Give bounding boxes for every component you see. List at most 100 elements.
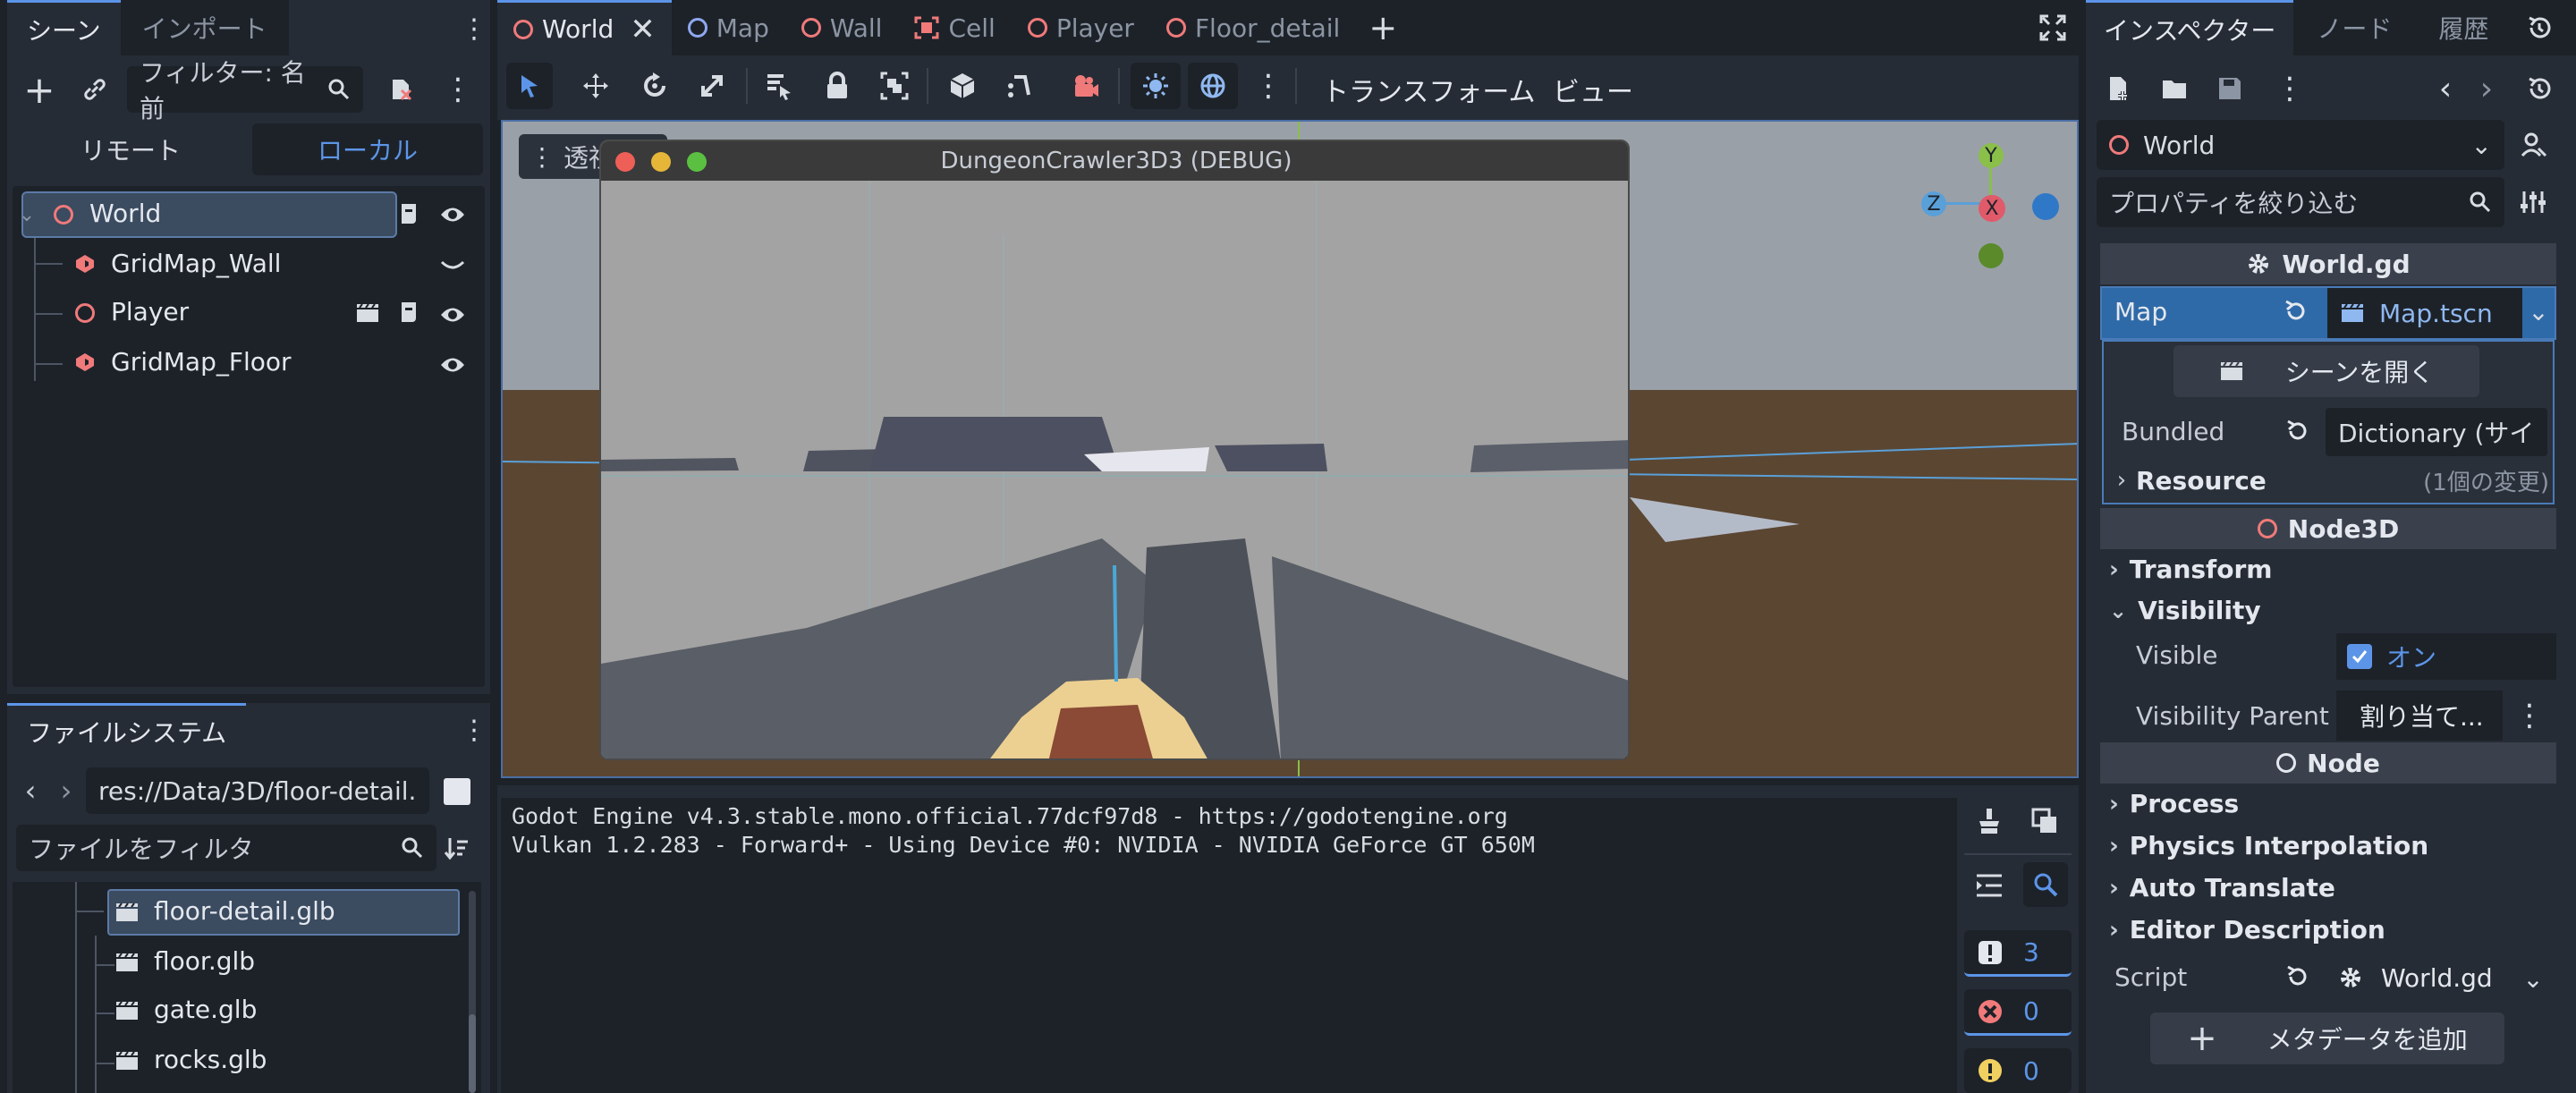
node-selector[interactable]: World ⌄	[2097, 120, 2504, 170]
visibility-eye-icon[interactable]	[438, 302, 467, 327]
lock-icon[interactable]	[821, 70, 853, 102]
tab-floor-detail[interactable]: Floor_detail	[1150, 0, 1356, 55]
auto-translate-category[interactable]: › Auto Translate	[2109, 873, 2335, 902]
add-metadata-button[interactable]: + メタデータを追加	[2150, 1013, 2504, 1064]
revert-icon[interactable]	[2283, 417, 2311, 445]
history-icon[interactable]	[2524, 13, 2555, 43]
window-maximize-button[interactable]	[687, 152, 707, 172]
fullscreen-icon[interactable]	[2038, 13, 2068, 43]
collapse-arrow-icon[interactable]: ⌄	[18, 204, 36, 226]
info-filter-button[interactable]: 0	[1964, 1048, 2072, 1093]
script-icon[interactable]	[397, 202, 422, 227]
file-filter-input[interactable]: ファイルをフィルタ	[16, 825, 436, 871]
resource-category[interactable]: › Resource (1個の変更)	[2111, 462, 2549, 499]
script-icon[interactable]	[397, 301, 422, 326]
close-icon[interactable]: ✕	[630, 12, 656, 47]
node-info-icon[interactable]	[2517, 129, 2549, 161]
visibility-category[interactable]: ⌄ Visibility	[2109, 596, 2261, 625]
save-icon[interactable]	[2215, 73, 2245, 104]
game-window[interactable]: DungeonCrawler3D3 (DEBUG)	[599, 140, 1630, 760]
dock-menu-icon[interactable]: ⋮	[461, 13, 487, 45]
tab-filesystem[interactable]: ファイルシステム	[7, 703, 247, 757]
select-tool-button[interactable]	[506, 63, 553, 109]
remote-button[interactable]: リモート	[16, 123, 245, 175]
axis-gizmo[interactable]: Y Z X	[1921, 143, 2061, 268]
process-category[interactable]: › Process	[2109, 789, 2239, 818]
file-name-gate[interactable]: gate.glb	[154, 995, 257, 1024]
toolbar-menu-icon[interactable]: ⋮	[1253, 68, 1284, 104]
group-icon[interactable]	[878, 70, 911, 102]
open-scene-button[interactable]: シーンを開く	[2174, 345, 2479, 397]
copy-output-icon[interactable]	[2029, 805, 2061, 837]
window-minimize-button[interactable]	[651, 152, 671, 172]
add-node-icon[interactable]: +	[21, 68, 57, 112]
output-log[interactable]: Godot Engine v4.3.stable.mono.official.7…	[501, 798, 1957, 1093]
tab-scene[interactable]: シーン	[7, 0, 121, 55]
forward-arrow-icon[interactable]: ›	[55, 774, 77, 808]
collapse-lines-icon[interactable]	[1973, 869, 2005, 902]
link-icon[interactable]	[77, 72, 113, 107]
script-section-header[interactable]: World.gd	[2100, 243, 2556, 284]
transform-menu[interactable]: トランスフォーム	[1322, 70, 1536, 109]
chevron-down-icon[interactable]: ⌄	[2517, 962, 2549, 995]
tab-history[interactable]: 履歴	[2415, 0, 2512, 55]
tab-node[interactable]: ノード	[2293, 0, 2416, 55]
gizmo-neg-x[interactable]	[2032, 193, 2059, 220]
open-scene-icon[interactable]	[354, 301, 381, 326]
file-name-rocks[interactable]: rocks.glb	[154, 1045, 267, 1074]
error-filter-button[interactable]: 0	[1964, 989, 2072, 1036]
path-input[interactable]: res://Data/3D/floor-detail.gl	[86, 767, 429, 814]
sun-toggle-button[interactable]	[1131, 63, 1181, 109]
scene-filter-input[interactable]: フィルター: 名前	[127, 58, 363, 123]
history-forward-icon[interactable]: ›	[2474, 71, 2499, 107]
view-menu[interactable]: ビュー	[1553, 70, 1633, 109]
tab-cell[interactable]: Cell	[898, 0, 1011, 55]
clear-output-icon[interactable]	[1973, 805, 2005, 837]
tab-import[interactable]: インポート	[120, 0, 289, 55]
environment-toggle-button[interactable]	[1188, 63, 1238, 109]
move-tool-icon[interactable]	[580, 70, 612, 102]
search-output-button[interactable]	[2023, 862, 2068, 907]
tools-icon[interactable]	[2517, 186, 2549, 218]
property-menu-icon[interactable]: ⋮	[2514, 698, 2545, 733]
tab-map[interactable]: Map	[672, 0, 785, 55]
window-close-button[interactable]	[615, 152, 635, 172]
list-select-icon[interactable]	[762, 70, 794, 102]
visibility-eye-icon[interactable]	[438, 202, 467, 227]
back-arrow-icon[interactable]: ‹	[20, 774, 41, 808]
scene-menu-icon[interactable]: ⋮	[443, 72, 473, 107]
sort-icon[interactable]	[442, 834, 472, 864]
chevron-down-icon[interactable]: ⌄	[2522, 295, 2555, 327]
scale-tool-icon[interactable]	[696, 70, 728, 102]
tree-row-world[interactable]	[21, 191, 397, 238]
warning-filter-button[interactable]: 3	[1964, 930, 2072, 977]
editor-description-category[interactable]: › Editor Description	[2109, 915, 2385, 945]
rotate-tool-icon[interactable]	[639, 70, 671, 102]
clear-script-icon[interactable]	[383, 72, 419, 107]
dock-menu-icon[interactable]: ⋮	[461, 714, 487, 746]
inspector-menu-icon[interactable]: ⋮	[2275, 71, 2305, 106]
gizmo-y-axis[interactable]: Y	[1979, 143, 2004, 168]
visibility-eye-icon[interactable]	[438, 352, 467, 377]
tab-inspector[interactable]: インスペクター	[2086, 0, 2294, 55]
object-history-icon[interactable]	[2524, 73, 2555, 104]
revert-icon[interactable]	[2281, 297, 2309, 326]
property-filter-input[interactable]: プロパティを絞り込む	[2097, 177, 2504, 227]
node-section-header[interactable]: Node	[2100, 742, 2556, 784]
tab-world[interactable]: World ✕	[497, 0, 672, 55]
tab-wall[interactable]: Wall	[785, 0, 899, 55]
visibility-hidden-icon[interactable]	[438, 256, 467, 274]
game-titlebar[interactable]: DungeonCrawler3D3 (DEBUG)	[601, 141, 1628, 181]
physics-interpolation-category[interactable]: › Physics Interpolation	[2109, 831, 2428, 860]
new-resource-icon[interactable]	[2104, 73, 2134, 104]
add-tab-button[interactable]: +	[1356, 0, 1410, 55]
gizmo-x-axis[interactable]: X	[1979, 195, 2005, 222]
map-resource-picker[interactable]: Map.tscn	[2327, 288, 2522, 338]
snap-icon[interactable]	[1004, 70, 1036, 102]
local-button[interactable]: ローカル	[252, 123, 483, 175]
visibility-parent-field[interactable]: 割り当て...	[2336, 691, 2503, 741]
gizmo-z-axis[interactable]: Z	[1921, 191, 1946, 216]
gizmo-neg-y[interactable]	[1979, 243, 2004, 268]
visible-checkbox[interactable]: オン	[2336, 633, 2556, 680]
mesh-cube-icon[interactable]	[946, 70, 979, 102]
